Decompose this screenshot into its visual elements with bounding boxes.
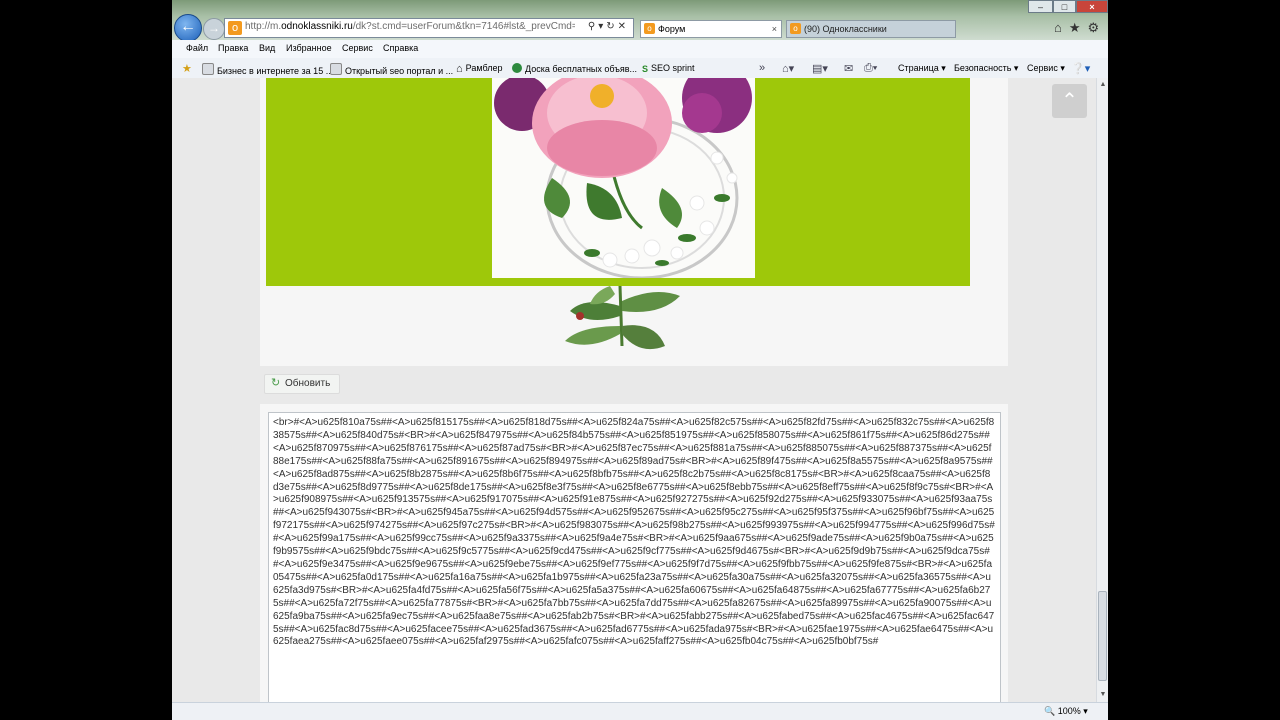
mail-icon[interactable]: ✉ <box>844 62 853 75</box>
flower-image <box>492 78 755 278</box>
favorite-label: Открытый seo портал и ... <box>345 66 454 76</box>
chevron-right-icon[interactable]: » <box>759 62 765 74</box>
green-banner <box>266 78 970 286</box>
favorites-bar: ★ Бизнес в интернете за 15 ... Открытый … <box>172 58 1108 79</box>
toolbar-safety-label: Безопасность <box>954 63 1012 73</box>
menu-file[interactable]: Файл <box>186 43 208 53</box>
title-bar: ← → o http://m.odnoklassniki.ru/dk?st.cm… <box>172 0 1108 42</box>
url-domain: odnoklassniki.ru <box>281 21 353 32</box>
forward-button[interactable]: → <box>203 18 225 40</box>
minimize-button[interactable]: – <box>1028 0 1053 13</box>
doc-icon <box>330 63 342 75</box>
favorite-link[interactable]: Открытый seo портал и ... <box>330 63 453 76</box>
browser-tool-icons: ⌂★⚙ <box>1054 20 1106 36</box>
toolbar-page-label: Страница <box>898 63 939 73</box>
favorite-label: Рамблер <box>465 63 503 73</box>
status-bar: 🔍 100% ▾ <box>172 702 1108 720</box>
search-icon[interactable]: ⚲ <box>588 21 598 32</box>
s-icon: S <box>642 64 649 74</box>
message-text: <br>#<A>u625f810a75s##<A>u625f815175s##<… <box>273 417 995 648</box>
home-icon: ⌂ <box>456 63 463 75</box>
zoom-control[interactable]: 🔍 100% ▾ <box>1044 706 1088 717</box>
home-icon[interactable]: ⌂ <box>1054 20 1069 35</box>
flower-illustration <box>494 78 752 278</box>
zoom-level: 100% <box>1057 706 1081 716</box>
menu-tools[interactable]: Сервис <box>342 43 373 53</box>
help-icon[interactable]: ❔▾ <box>1071 62 1090 75</box>
toolbar-service-label: Сервис <box>1027 63 1058 73</box>
back-button[interactable]: ← <box>174 14 202 42</box>
address-controls[interactable]: ⚲▾↻✕ <box>588 21 629 32</box>
address-url[interactable]: http://m.odnoklassniki.ru/dk?st.cmd=user… <box>245 21 575 32</box>
tab-forum[interactable]: o Форум × <box>640 20 782 38</box>
scrollbar-thumb[interactable] <box>1098 591 1107 681</box>
refresh-button[interactable]: ↻ Обновить <box>264 374 341 394</box>
site-favicon-icon: o <box>228 21 242 35</box>
tab-favicon-icon: o <box>644 23 655 34</box>
tab-odnoklassniki[interactable]: o (90) Одноклассники <box>786 20 956 38</box>
maximize-button[interactable]: □ <box>1053 0 1076 13</box>
scroll-to-top-button[interactable]: ⌃ <box>1052 84 1087 118</box>
url-rest: /dk?st.cmd=userForum&tkn=7146#lst&_prevC… <box>352 21 575 32</box>
page-content: ⌃ ↻ Обновить <br>#<A>u625f810a75s##<A>u6… <box>172 78 1096 702</box>
post-card <box>260 78 1008 366</box>
rss-icon[interactable]: ▤▾ <box>812 62 828 75</box>
menu-bar: Файл Правка Вид Избранное Сервис Справка <box>172 40 1108 59</box>
message-panel: <br>#<A>u625f810a75s##<A>u625f815175s##<… <box>260 404 1008 702</box>
message-textarea[interactable]: <br>#<A>u625f810a75s##<A>u625f815175s##<… <box>268 412 1001 702</box>
favorite-label: Доска бесплатных объяв... <box>525 64 638 74</box>
toolbar-safety[interactable]: Безопасность ▾ <box>954 63 1018 74</box>
home-toolbar-icon[interactable]: ⌂▾ <box>782 62 794 75</box>
tab-favicon-icon: o <box>790 23 801 34</box>
print-icon[interactable]: ⎙▾ <box>864 62 877 75</box>
doc-icon <box>202 63 214 75</box>
favorite-label: SEO sprint <box>651 63 695 73</box>
scroll-down-arrow-icon[interactable]: ▼ <box>1098 690 1108 700</box>
tab-label: Форум <box>658 24 686 34</box>
gear-icon[interactable]: ⚙ <box>1088 20 1107 35</box>
add-favorite-star-icon[interactable]: ★ <box>182 62 192 75</box>
menu-favorites[interactable]: Избранное <box>286 43 332 53</box>
globe-icon <box>512 63 522 73</box>
tab-label: (90) Одноклассники <box>804 24 887 34</box>
refresh-label: Обновить <box>285 378 331 389</box>
toolbar-service[interactable]: Сервис ▾ <box>1027 63 1065 74</box>
leaves-illustration <box>565 286 680 350</box>
vertical-scrollbar[interactable]: ▲ ▼ <box>1096 78 1108 702</box>
close-window-button[interactable]: × <box>1076 0 1108 13</box>
zoom-icon: 🔍 <box>1044 706 1056 716</box>
scroll-up-arrow-icon[interactable]: ▲ <box>1098 80 1108 90</box>
browser-window: ← → o http://m.odnoklassniki.ru/dk?st.cm… <box>172 0 1108 720</box>
favorite-link[interactable]: Доска бесплатных объяв... <box>512 63 637 74</box>
address-bar[interactable]: o http://m.odnoklassniki.ru/dk?st.cmd=us… <box>224 18 634 38</box>
close-icon[interactable]: ✕ <box>618 21 629 32</box>
favorite-link[interactable]: Бизнес в интернете за 15 ... <box>202 63 333 76</box>
favorite-link[interactable]: ⌂ Рамблер <box>456 63 503 75</box>
tab-close-icon[interactable]: × <box>772 21 777 37</box>
refresh-icon: ↻ <box>271 377 281 389</box>
menu-edit[interactable]: Правка <box>218 43 248 53</box>
toolbar-page[interactable]: Страница ▾ <box>898 63 946 74</box>
refresh-icon[interactable]: ↻ <box>606 21 617 32</box>
dropdown-icon[interactable]: ▾ <box>598 21 606 32</box>
url-prefix: http://m. <box>245 21 282 32</box>
menu-help[interactable]: Справка <box>383 43 418 53</box>
favorite-link[interactable]: S SEO sprint <box>642 63 695 74</box>
favorite-label: Бизнес в интернете за 15 ... <box>217 66 334 76</box>
favorites-star-icon[interactable]: ★ <box>1069 20 1088 35</box>
menu-view[interactable]: Вид <box>259 43 275 53</box>
chevron-up-icon: ⌃ <box>1061 90 1078 112</box>
